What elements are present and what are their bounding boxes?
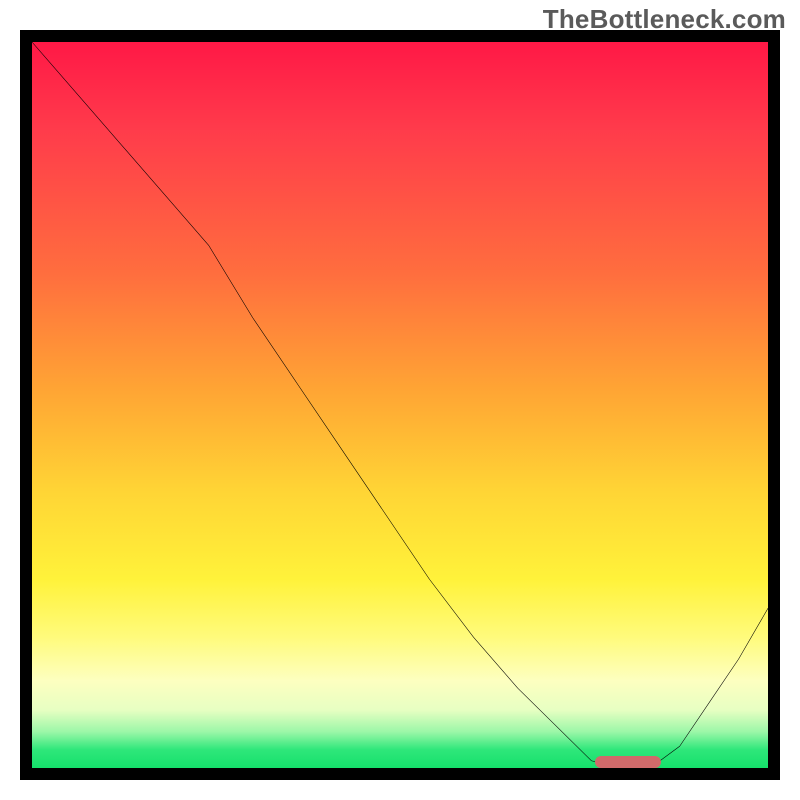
plot-area <box>20 30 780 780</box>
bottleneck-curve <box>32 42 768 768</box>
curve-svg <box>32 42 768 768</box>
optimal-marker <box>595 756 661 768</box>
chart-frame: TheBottleneck.com <box>0 0 800 800</box>
watermark-text: TheBottleneck.com <box>543 4 786 35</box>
